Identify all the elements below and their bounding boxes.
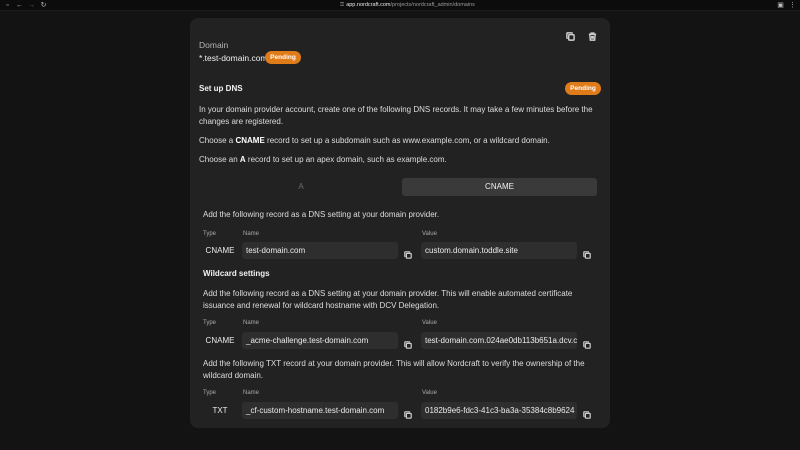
record-name-field[interactable]: test-domain.com	[242, 242, 398, 259]
domain-name: *.test-domain.com	[199, 53, 268, 63]
delete-domain-button[interactable]	[585, 29, 599, 43]
tab-a-record[interactable]: A	[199, 178, 403, 196]
back-arrow-icon[interactable]: ←	[15, 1, 24, 10]
url-host: app.nordcraft.com	[346, 2, 391, 8]
txt-record-type: TXT	[212, 406, 228, 415]
copy-domain-button[interactable]	[563, 29, 577, 43]
wildcard-intro-text: Add the following record as a DNS settin…	[203, 289, 573, 310]
tab-cname-record[interactable]: CNAME	[402, 178, 597, 196]
record-value-field[interactable]: custom.domain.toddle.site	[421, 242, 577, 259]
copy-icon	[404, 251, 412, 259]
domain-card: Domain *.test-domain.com Pending Set up …	[190, 18, 610, 428]
copy-wildcard-value-button[interactable]	[583, 336, 593, 349]
wildcard-value-field[interactable]: test-domain.com.024ae0db113b651a.dcv.clo…	[421, 332, 577, 349]
copy-icon	[583, 341, 591, 349]
forward-arrow-icon[interactable]: →	[27, 1, 36, 10]
name-column-label: Name	[243, 231, 260, 237]
wildcard-record-type: CNAME	[205, 336, 235, 345]
record-type: CNAME	[205, 246, 235, 255]
copy-icon	[565, 31, 575, 41]
txt-value-field[interactable]: 0182b9e6-fdc3-41c3-ba3a-35384c8b9624	[421, 402, 577, 419]
txt-intro-text: Add the following TXT record at your dom…	[203, 359, 585, 380]
lock-icon: ⚿	[340, 2, 345, 8]
value-column-label: Value	[422, 231, 437, 237]
wildcard-name-field[interactable]: _acme-challenge.test-domain.com	[242, 332, 398, 349]
type-column-label: Type	[203, 320, 217, 326]
copy-wildcard-name-button[interactable]	[404, 336, 414, 349]
sidebar-toggle-icon[interactable]: ▫	[3, 1, 12, 10]
setup-dns-title: Set up DNS	[199, 84, 243, 93]
copy-icon	[583, 251, 591, 259]
reload-icon[interactable]: ↻	[39, 1, 48, 10]
trash-icon	[588, 31, 596, 41]
record-intro-text: Add the following record as a DNS settin…	[203, 210, 440, 219]
copy-txt-name-button[interactable]	[404, 406, 414, 419]
copy-icon	[404, 411, 412, 419]
domain-status-badge: Pending	[265, 51, 301, 64]
browser-toolbar: ▫ ← → ↻ ⚿ app.nordcraft.com/projects/nord…	[0, 0, 800, 11]
a-instruction-text: Choose an A record to set up an apex dom…	[199, 155, 447, 164]
setup-intro-text: In your domain provider account, create …	[199, 105, 593, 126]
type-column-label: Type	[203, 390, 217, 396]
txt-name-field[interactable]: _cf-custom-hostname.test-domain.com	[242, 402, 398, 419]
wildcard-settings-title: Wildcard settings	[203, 269, 270, 278]
copy-txt-value-button[interactable]	[583, 406, 593, 419]
name-column-label: Name	[243, 390, 260, 396]
setup-status-badge: Pending	[565, 82, 601, 95]
domain-label: Domain	[199, 40, 229, 50]
extensions-icon[interactable]: ▣	[776, 1, 785, 10]
cname-instruction-text: Choose a CNAME record to set up a subdom…	[199, 136, 550, 145]
record-type-tabs: A CNAME	[199, 178, 597, 196]
value-column-label: Value	[422, 320, 437, 326]
url-path: /projects/nordcraft_admin/domains	[390, 2, 475, 8]
type-column-label: Type	[203, 231, 217, 237]
address-bar[interactable]: ⚿ app.nordcraft.com/projects/nordcraft_ad…	[340, 1, 475, 10]
copy-icon	[404, 341, 412, 349]
copy-icon	[583, 411, 591, 419]
menu-icon[interactable]: ⋮	[788, 1, 797, 10]
value-column-label: Value	[422, 390, 437, 396]
copy-value-button[interactable]	[583, 246, 593, 259]
name-column-label: Name	[243, 320, 260, 326]
copy-name-button[interactable]	[404, 246, 414, 259]
